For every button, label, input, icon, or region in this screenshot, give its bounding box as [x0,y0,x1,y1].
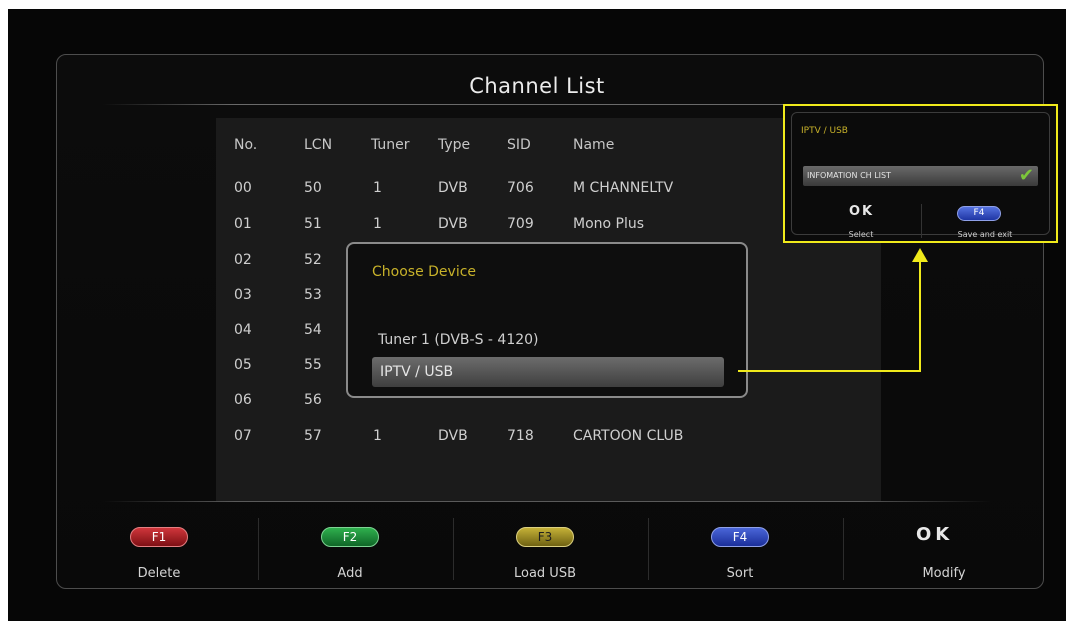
f2-add-button[interactable]: F2 [321,527,379,547]
f4-label: Sort [726,566,754,581]
f1-label: Delete [137,566,181,581]
footer-separator [843,518,844,580]
callout-divider [921,204,922,238]
info-ch-list-label: INFOMATION CH LIST [807,171,891,180]
info-ch-list-item[interactable]: INFOMATION CH LIST ✔ [803,166,1038,186]
callout-select-label: Select [848,230,874,239]
callout-ok-button[interactable]: OK [849,204,874,219]
callout-f4-button[interactable]: F4 [957,206,1001,221]
footer-divider [102,501,992,502]
check-icon: ✔ [1018,165,1034,186]
ok-modify-button[interactable]: OK [916,524,953,545]
f2-label: Add [337,566,363,581]
f4-sort-button[interactable]: F4 [711,527,769,547]
f1-delete-button[interactable]: F1 [130,527,188,547]
footer-separator [648,518,649,580]
f3-label: Load USB [513,566,576,581]
callout-title: IPTV / USB [801,126,848,136]
ok-label: Modify [922,566,966,581]
footer-separator [258,518,259,580]
callout-save-label: Save and exit [957,230,1013,239]
f3-load-usb-button[interactable]: F3 [516,527,574,547]
footer-separator [453,518,454,580]
zoom-callout: IPTV / USB INFOMATION CH LIST ✔ OK F4 Se… [783,104,1058,243]
